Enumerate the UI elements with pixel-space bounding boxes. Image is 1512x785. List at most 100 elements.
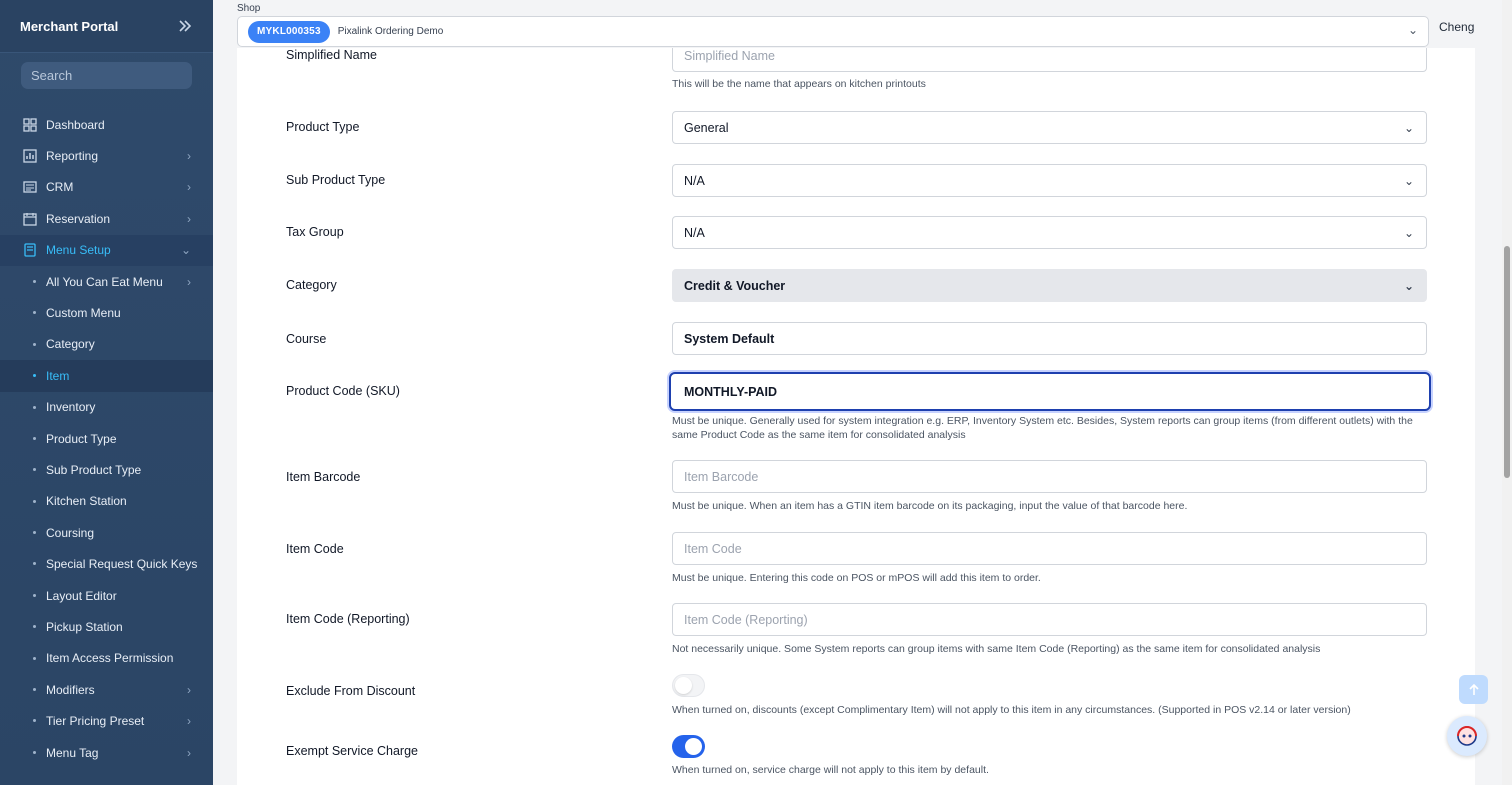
chevron-down-icon: ⌄ bbox=[1403, 278, 1414, 293]
scrollbar-thumb[interactable] bbox=[1504, 246, 1510, 478]
bullet-icon bbox=[33, 562, 36, 566]
sidebar-nav: Dashboard Reporting › CRM › Reservation … bbox=[0, 109, 213, 768]
collapse-sidebar-icon[interactable] bbox=[177, 18, 193, 34]
sidebar-subitem-custom-menu[interactable]: Custom Menu bbox=[0, 297, 213, 328]
item-barcode-help: Must be unique. When an item has a GTIN … bbox=[672, 500, 1188, 512]
category-label: Category bbox=[286, 278, 337, 292]
sidebar-subitem-modifiers[interactable]: Modifiers › bbox=[0, 674, 213, 705]
sidebar-subitem-special-request-quick-keys[interactable]: Special Request Quick Keys bbox=[0, 548, 213, 579]
item-code-help: Must be unique. Entering this code on PO… bbox=[672, 572, 1041, 584]
sidebar-item-reporting[interactable]: Reporting › bbox=[0, 140, 213, 171]
sidebar-item-label: Reporting bbox=[46, 149, 99, 164]
bullet-icon bbox=[33, 499, 36, 503]
sidebar-subitem-sub-product-type[interactable]: Sub Product Type bbox=[0, 454, 213, 485]
exempt-service-help: When turned on, service charge will not … bbox=[672, 764, 989, 776]
exempt-service-toggle[interactable] bbox=[672, 735, 705, 758]
sidebar-subitem-label: Modifiers bbox=[46, 682, 95, 697]
crm-icon bbox=[23, 180, 37, 194]
category-value: Credit & Voucher bbox=[684, 278, 786, 293]
sidebar-subitem-item-access-permission[interactable]: Item Access Permission bbox=[0, 643, 213, 674]
sidebar-item-menu-setup[interactable]: Menu Setup ⌄ bbox=[0, 234, 213, 266]
chat-icon bbox=[1457, 726, 1477, 746]
arrow-up-icon bbox=[1468, 683, 1479, 695]
sidebar-search-input[interactable]: Search bbox=[21, 62, 192, 89]
sidebar-subitem-label: Category bbox=[46, 337, 95, 352]
item-form-card: Simplified Name Simplified Name This wil… bbox=[237, 48, 1475, 785]
tax-group-label: Tax Group bbox=[286, 225, 344, 239]
bullet-icon bbox=[33, 531, 36, 535]
sidebar-item-reservation[interactable]: Reservation › bbox=[0, 203, 213, 234]
sidebar-subitem-inventory[interactable]: Inventory bbox=[0, 392, 213, 423]
chevron-right-icon: › bbox=[187, 714, 191, 729]
product-type-select[interactable]: General ⌄ bbox=[672, 111, 1427, 144]
sidebar-item-label: Menu Setup bbox=[46, 243, 111, 258]
sidebar-subitem-label: Pickup Station bbox=[46, 619, 123, 634]
sidebar-subitem-label: Custom Menu bbox=[46, 306, 121, 321]
sub-product-type-select[interactable]: N/A ⌄ bbox=[672, 164, 1427, 197]
item-code-label: Item Code bbox=[286, 542, 344, 556]
bullet-icon bbox=[33, 593, 36, 597]
exclude-discount-help: When turned on, discounts (except Compli… bbox=[672, 704, 1351, 716]
tax-group-select[interactable]: N/A ⌄ bbox=[672, 216, 1427, 249]
item-code-reporting-input[interactable]: Item Code (Reporting) bbox=[672, 603, 1427, 636]
sidebar-subitem-tier-pricing-preset[interactable]: Tier Pricing Preset › bbox=[0, 705, 213, 736]
bullet-icon bbox=[33, 374, 36, 378]
bullet-icon bbox=[33, 656, 36, 660]
sidebar-subitem-item[interactable]: Item bbox=[0, 360, 213, 392]
sidebar-item-dashboard[interactable]: Dashboard bbox=[0, 109, 213, 140]
simplified-name-input[interactable]: Simplified Name bbox=[672, 48, 1427, 72]
sku-input[interactable]: MONTHLY-PAID bbox=[669, 372, 1431, 411]
chevron-right-icon: › bbox=[187, 180, 191, 195]
bullet-icon bbox=[33, 405, 36, 409]
sidebar-item-label: CRM bbox=[46, 180, 74, 195]
sidebar-item-label: Reservation bbox=[46, 211, 111, 226]
item-barcode-input[interactable]: Item Barcode bbox=[672, 460, 1427, 493]
sidebar-subitem-label: Inventory bbox=[46, 400, 96, 415]
category-select[interactable]: Credit & Voucher ⌄ bbox=[672, 269, 1427, 302]
user-menu[interactable]: Cheng bbox=[1439, 20, 1474, 34]
sidebar-subitem-label: Item bbox=[46, 368, 70, 383]
sidebar-subitem-label: Sub Product Type bbox=[46, 462, 142, 477]
sidebar-item-label: Dashboard bbox=[46, 117, 105, 132]
sidebar-subitem-category[interactable]: Category bbox=[0, 329, 213, 360]
course-input[interactable]: System Default bbox=[672, 322, 1427, 355]
item-code-input[interactable]: Item Code bbox=[672, 532, 1427, 565]
sidebar-subitem-label: Product Type bbox=[46, 431, 117, 446]
bullet-icon bbox=[33, 719, 36, 723]
exempt-service-label: Exempt Service Charge bbox=[286, 744, 419, 758]
bullet-icon bbox=[33, 311, 36, 315]
sidebar-subitem-all-you-can-eat-menu[interactable]: All You Can Eat Menu › bbox=[0, 266, 213, 297]
chat-support-button[interactable] bbox=[1447, 716, 1487, 756]
exclude-discount-toggle[interactable] bbox=[672, 674, 705, 697]
sidebar-item-crm[interactable]: CRM › bbox=[0, 172, 213, 203]
sidebar-subitem-label: All You Can Eat Menu bbox=[46, 274, 163, 289]
course-label: Course bbox=[286, 332, 327, 346]
sidebar-subitem-coursing[interactable]: Coursing bbox=[0, 517, 213, 548]
sidebar-subitem-layout-editor[interactable]: Layout Editor bbox=[0, 580, 213, 611]
sidebar-subitem-kitchen-station[interactable]: Kitchen Station bbox=[0, 486, 213, 517]
app-title: Merchant Portal bbox=[20, 18, 119, 34]
chevron-down-icon: ⌄ bbox=[1403, 225, 1414, 240]
chevron-right-icon: › bbox=[187, 149, 191, 164]
sidebar-subitem-label: Menu Tag bbox=[46, 745, 99, 760]
sidebar-subitem-product-type[interactable]: Product Type bbox=[0, 423, 213, 454]
product-type-value: General bbox=[684, 120, 729, 135]
bullet-icon bbox=[33, 750, 36, 754]
sidebar-subitem-menu-tag[interactable]: Menu Tag › bbox=[0, 737, 213, 768]
shop-select[interactable]: MYKL000353 Pixalink Ordering Demo ⌄ bbox=[237, 16, 1429, 47]
scroll-to-top-button[interactable] bbox=[1459, 675, 1488, 704]
simplified-name-help: This will be the name that appears on ki… bbox=[672, 78, 926, 90]
sidebar-subitem-label: Item Access Permission bbox=[46, 651, 174, 666]
shop-code-badge: MYKL000353 bbox=[248, 20, 330, 43]
bullet-icon bbox=[33, 436, 36, 440]
sidebar-subitem-pickup-station[interactable]: Pickup Station bbox=[0, 611, 213, 642]
chevron-right-icon: › bbox=[187, 682, 191, 697]
sidebar-subitem-label: Coursing bbox=[46, 525, 95, 540]
chevron-right-icon: › bbox=[187, 211, 191, 226]
simplified-name-label: Simplified Name bbox=[286, 48, 378, 62]
sub-product-type-label: Sub Product Type bbox=[286, 173, 386, 187]
chevron-down-icon: ⌄ bbox=[1403, 173, 1414, 188]
sidebar-subitem-label: Tier Pricing Preset bbox=[46, 714, 145, 729]
shop-name: Pixalink Ordering Demo bbox=[337, 26, 444, 37]
sku-label: Product Code (SKU) bbox=[286, 384, 400, 398]
